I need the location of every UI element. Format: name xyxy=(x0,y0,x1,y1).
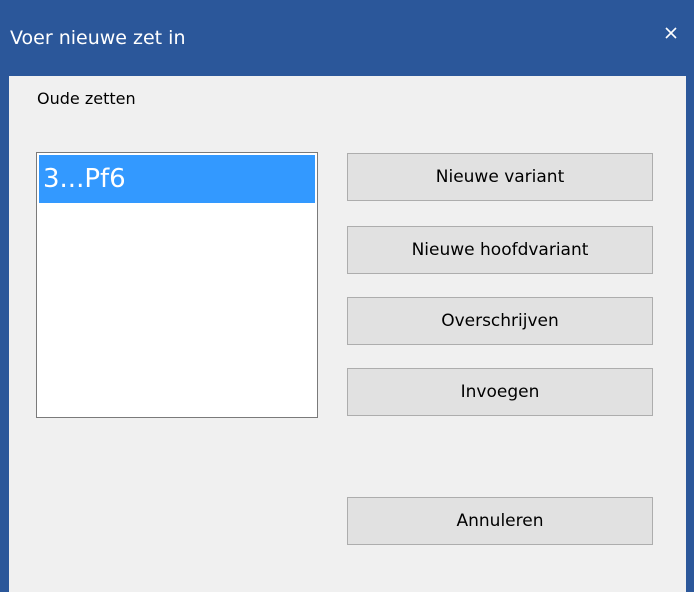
close-button[interactable] xyxy=(648,0,694,66)
new-variation-button[interactable]: Nieuwe variant xyxy=(347,153,653,201)
title-bar[interactable]: Voer nieuwe zet in xyxy=(0,0,694,76)
old-moves-label: Oude zetten xyxy=(37,89,136,108)
list-item[interactable]: 3...Pf6 xyxy=(39,155,315,203)
new-main-line-button[interactable]: Nieuwe hoofdvariant xyxy=(347,226,653,274)
cancel-button[interactable]: Annuleren xyxy=(347,497,653,545)
window-title: Voer nieuwe zet in xyxy=(10,27,186,49)
dialog-window: Voer nieuwe zet in Oude zetten 3...Pf6 N… xyxy=(0,0,694,592)
overwrite-button[interactable]: Overschrijven xyxy=(347,297,653,345)
insert-button[interactable]: Invoegen xyxy=(347,368,653,416)
window-border-left xyxy=(0,76,9,592)
close-icon xyxy=(665,27,677,39)
moves-listbox[interactable]: 3...Pf6 xyxy=(36,152,318,418)
window-border-right xyxy=(686,76,694,592)
